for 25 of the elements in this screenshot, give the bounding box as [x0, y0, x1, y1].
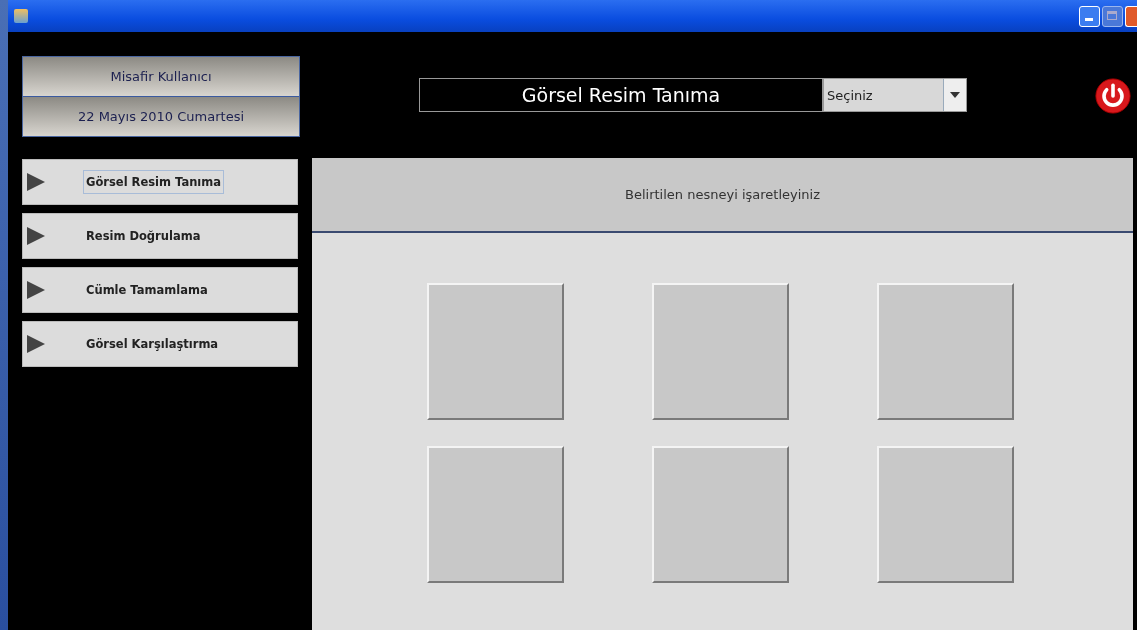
image-tile-button[interactable] [877, 283, 1014, 420]
user-name: Misafir Kullanıcı [23, 57, 299, 96]
image-tile-button[interactable] [427, 283, 564, 420]
close-button[interactable] [1125, 5, 1137, 27]
menu-button[interactable]: Resim Doğrulama [22, 213, 298, 259]
image-tile-button[interactable] [652, 446, 789, 583]
app-icon [14, 9, 28, 23]
instruction-text: Belirtilen nesneyi işaretleyiniz [625, 187, 820, 202]
module-title-field: Görsel Resim Tanıma [419, 78, 823, 112]
image-tile-button[interactable] [427, 446, 564, 583]
maximize-button[interactable] [1102, 5, 1123, 27]
play-triangle-icon [27, 226, 45, 246]
dropdown[interactable]: Seçiniz [823, 78, 967, 112]
image-tile-button[interactable] [652, 283, 789, 420]
menu-button[interactable]: Cümle Tamamlama [22, 267, 298, 313]
date-label: 22 Mayıs 2010 Cumartesi [23, 96, 299, 136]
image-tile-button[interactable] [877, 446, 1014, 583]
menu-button[interactable]: Görsel Resim Tanıma [22, 159, 298, 205]
play-triangle-icon [27, 172, 45, 192]
play-triangle-icon [27, 280, 45, 300]
minimize-button[interactable] [1079, 5, 1100, 27]
play-triangle-icon [27, 334, 45, 354]
menu-button[interactable]: Görsel Karşılaştırma [22, 321, 298, 367]
caret-icon [950, 92, 960, 98]
power-icon[interactable] [1095, 78, 1131, 114]
